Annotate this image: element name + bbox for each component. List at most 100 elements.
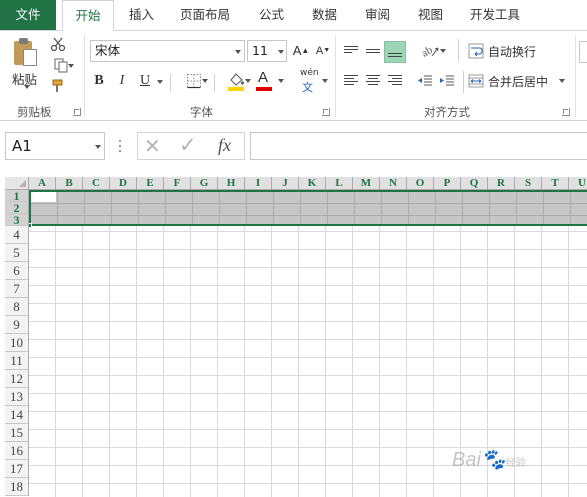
column-header-t[interactable]: T bbox=[542, 177, 569, 190]
borders-button[interactable] bbox=[178, 71, 210, 91]
row-header-2[interactable]: 2 bbox=[5, 202, 29, 214]
alignment-group-label: 对齐方式 bbox=[424, 105, 470, 119]
font-name-value: 宋体 bbox=[95, 43, 121, 58]
active-cell[interactable] bbox=[31, 192, 56, 202]
row-header-18[interactable]: 18 bbox=[5, 478, 29, 496]
bold-button[interactable]: B bbox=[90, 71, 108, 91]
tab-formulas[interactable]: 公式 bbox=[259, 0, 284, 30]
row-header-4[interactable]: 4 bbox=[5, 226, 29, 244]
fill-color-button[interactable] bbox=[220, 69, 252, 93]
column-header-e[interactable]: E bbox=[137, 177, 164, 190]
merge-center-label: 合并后居中 bbox=[488, 74, 549, 89]
column-header-c[interactable]: C bbox=[83, 177, 110, 190]
enter-icon[interactable]: ✓ bbox=[179, 133, 197, 157]
shrink-font-button[interactable]: A▼ bbox=[314, 41, 332, 61]
align-right-button[interactable] bbox=[384, 71, 406, 91]
tab-home[interactable]: 开始 bbox=[62, 0, 114, 31]
clipboard-launcher-icon[interactable] bbox=[73, 108, 81, 116]
column-header-f[interactable]: F bbox=[164, 177, 191, 190]
chevron-down-icon bbox=[278, 50, 284, 54]
number-format-combo[interactable] bbox=[579, 41, 587, 63]
row-header-9[interactable]: 9 bbox=[5, 316, 29, 334]
tab-data[interactable]: 数据 bbox=[312, 0, 337, 30]
column-header-k[interactable]: K bbox=[299, 177, 326, 190]
column-header-r[interactable]: R bbox=[488, 177, 515, 190]
formula-bar-grip[interactable] bbox=[119, 140, 122, 152]
row-header-12[interactable]: 12 bbox=[5, 370, 29, 388]
font-color-button[interactable]: A bbox=[255, 69, 287, 93]
underline-button[interactable]: U bbox=[136, 71, 154, 91]
column-header-u[interactable]: U bbox=[569, 177, 587, 190]
selected-range[interactable] bbox=[29, 190, 587, 226]
align-top-button[interactable] bbox=[340, 41, 362, 63]
column-header-o[interactable]: O bbox=[407, 177, 434, 190]
column-header-a[interactable]: A bbox=[29, 177, 56, 190]
copy-button[interactable] bbox=[48, 56, 74, 74]
underline-dropdown-icon[interactable] bbox=[157, 80, 163, 84]
formula-bar: A1 ✕ ✓ fx bbox=[0, 122, 587, 172]
row-header-15[interactable]: 15 bbox=[5, 424, 29, 442]
tab-review[interactable]: 审阅 bbox=[365, 0, 390, 30]
column-header-d[interactable]: D bbox=[110, 177, 137, 190]
row-header-13[interactable]: 13 bbox=[5, 388, 29, 406]
paint-bucket-icon bbox=[228, 73, 244, 91]
row-header-7[interactable]: 7 bbox=[5, 280, 29, 298]
wrap-text-button[interactable]: 自动换行 bbox=[468, 39, 548, 63]
chevron-down-icon bbox=[235, 50, 241, 54]
row-header-1[interactable]: 1 bbox=[5, 190, 29, 202]
column-header-g[interactable]: G bbox=[191, 177, 218, 190]
increase-indent-button[interactable] bbox=[436, 71, 458, 91]
cut-button[interactable] bbox=[48, 35, 68, 53]
align-left-button[interactable] bbox=[340, 71, 362, 91]
font-launcher-icon[interactable] bbox=[322, 108, 330, 116]
grow-font-button[interactable]: A▲ bbox=[292, 41, 310, 61]
scissors-icon bbox=[50, 37, 66, 52]
column-header-b[interactable]: B bbox=[56, 177, 83, 190]
insert-function-icon[interactable]: fx bbox=[218, 135, 231, 156]
row-header-10[interactable]: 10 bbox=[5, 334, 29, 352]
column-header-l[interactable]: L bbox=[326, 177, 353, 190]
font-name-combo[interactable]: 宋体 bbox=[90, 40, 245, 62]
column-header-q[interactable]: Q bbox=[461, 177, 488, 190]
merge-center-button[interactable]: 合并后居中 bbox=[468, 69, 572, 93]
phonetic-guide-button[interactable]: wén 文 bbox=[296, 67, 330, 95]
row-header-5[interactable]: 5 bbox=[5, 244, 29, 262]
row-header-14[interactable]: 14 bbox=[5, 406, 29, 424]
align-bottom-button[interactable] bbox=[384, 41, 406, 63]
font-size-combo[interactable]: 11 bbox=[247, 40, 287, 62]
tab-developer[interactable]: 开发工具 bbox=[470, 0, 520, 30]
row-header-3[interactable]: 3 bbox=[5, 214, 29, 226]
cancel-icon[interactable]: ✕ bbox=[144, 134, 161, 158]
tab-insert[interactable]: 插入 bbox=[129, 0, 154, 30]
paste-button[interactable]: 粘贴 bbox=[6, 33, 46, 91]
align-left-icon bbox=[344, 75, 358, 87]
format-painter-button[interactable] bbox=[48, 77, 68, 95]
column-header-m[interactable]: M bbox=[353, 177, 380, 190]
row-header-16[interactable]: 16 bbox=[5, 442, 29, 460]
tab-file[interactable]: 文件 bbox=[0, 0, 56, 30]
align-center-button[interactable] bbox=[362, 71, 384, 91]
orientation-button[interactable]: ab bbox=[415, 39, 447, 63]
formula-tools: ✕ ✓ fx bbox=[137, 132, 245, 160]
column-header-p[interactable]: P bbox=[434, 177, 461, 190]
column-header-i[interactable]: I bbox=[245, 177, 272, 190]
column-header-s[interactable]: S bbox=[515, 177, 542, 190]
formula-input[interactable] bbox=[250, 132, 587, 160]
italic-button[interactable]: I bbox=[113, 71, 131, 91]
row-header-11[interactable]: 11 bbox=[5, 352, 29, 370]
decrease-indent-button[interactable] bbox=[414, 71, 436, 91]
select-all-button[interactable] bbox=[5, 177, 29, 190]
column-header-n[interactable]: N bbox=[380, 177, 407, 190]
name-box[interactable]: A1 bbox=[5, 132, 105, 160]
row-header-8[interactable]: 8 bbox=[5, 298, 29, 316]
tab-view[interactable]: 视图 bbox=[418, 0, 443, 30]
column-header-h[interactable]: H bbox=[218, 177, 245, 190]
alignment-launcher-icon[interactable] bbox=[562, 108, 570, 116]
tab-page-layout[interactable]: 页面布局 bbox=[180, 0, 230, 30]
merge-center-icon bbox=[468, 74, 484, 88]
align-middle-button[interactable] bbox=[362, 41, 384, 63]
row-header-6[interactable]: 6 bbox=[5, 262, 29, 280]
row-header-17[interactable]: 17 bbox=[5, 460, 29, 478]
clipboard-group-label: 剪贴板 bbox=[17, 105, 52, 119]
column-header-j[interactable]: J bbox=[272, 177, 299, 190]
